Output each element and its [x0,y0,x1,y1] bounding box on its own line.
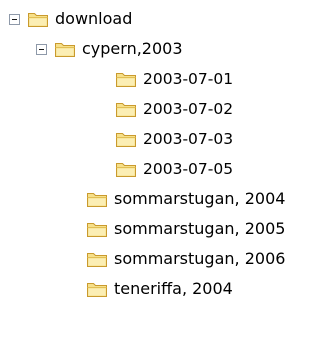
folder-icon [115,70,137,88]
folder-icon [115,130,137,148]
folder-tree: download cypern,2003 2003-07-01 2003-07-… [0,0,325,340]
tree-node-sommarstugan-2005[interactable]: sommarstugan, 2005 [86,217,285,241]
tree-node-label: teneriffa, 2004 [114,279,233,298]
tree-node-label: sommarstugan, 2006 [114,249,286,268]
folder-icon [115,160,137,178]
tree-node-label: 2003-07-03 [143,130,234,148]
tree-node-2003-07-05[interactable]: 2003-07-05 [115,157,233,181]
tree-node-label: cypern,2003 [82,39,183,58]
tree-node-label: download [55,9,133,28]
tree-node-label: sommarstugan, 2004 [114,189,286,208]
tree-node-sommarstugan-2004[interactable]: sommarstugan, 2004 [86,187,285,211]
folder-icon [86,280,108,298]
tree-node-download[interactable]: download [27,7,132,31]
tree-node-cypern-2003[interactable]: cypern,2003 [54,37,183,61]
tree-node-label: sommarstugan, 2005 [114,219,286,238]
tree-node-2003-07-02[interactable]: 2003-07-02 [115,97,233,121]
tree-node-2003-07-03[interactable]: 2003-07-03 [115,127,233,151]
collapse-toggle-icon[interactable] [36,44,47,55]
folder-icon [86,190,108,208]
folder-icon [54,40,76,58]
folder-icon [86,220,108,238]
tree-node-label: 2003-07-05 [143,160,234,178]
tree-node-2003-07-01[interactable]: 2003-07-01 [115,67,233,91]
collapse-toggle-icon[interactable] [9,14,20,25]
folder-icon [27,10,49,28]
tree-node-teneriffa-2004[interactable]: teneriffa, 2004 [86,277,233,301]
folder-icon [115,100,137,118]
folder-icon [86,250,108,268]
tree-node-sommarstugan-2006[interactable]: sommarstugan, 2006 [86,247,285,271]
tree-node-label: 2003-07-01 [143,70,234,88]
tree-node-label: 2003-07-02 [143,100,234,118]
